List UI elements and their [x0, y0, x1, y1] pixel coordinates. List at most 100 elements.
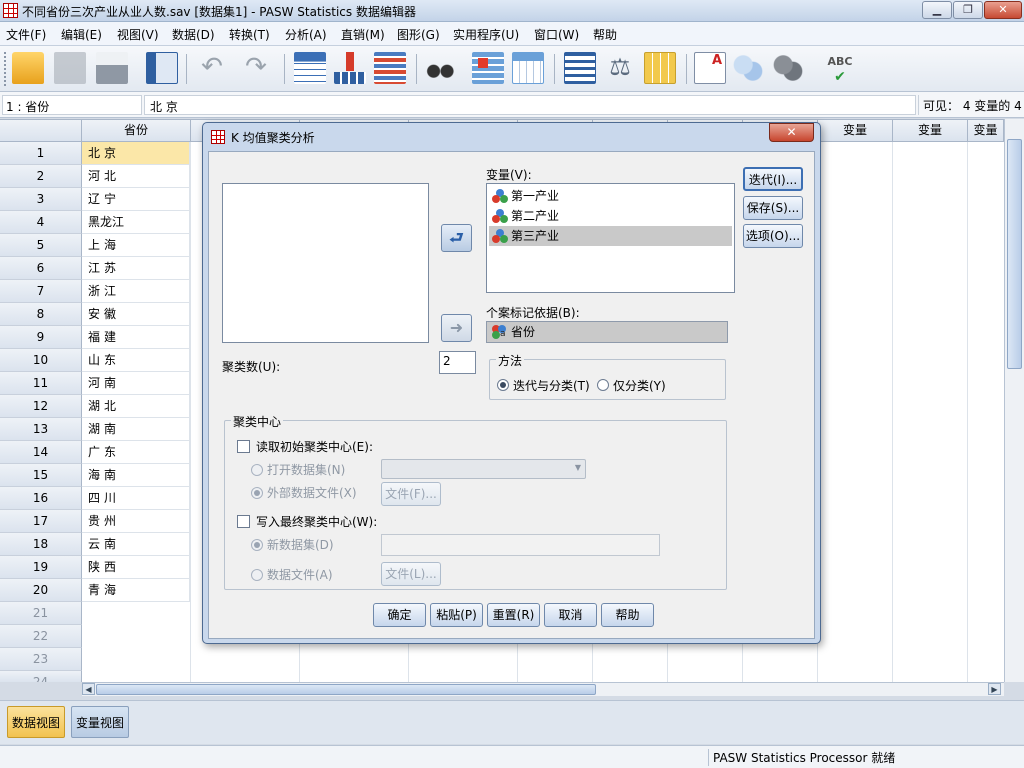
row-header[interactable]: 7	[0, 280, 82, 303]
menu-view[interactable]: 视图(V)	[117, 26, 159, 43]
classify-only-radio[interactable]	[597, 379, 609, 391]
restore-button[interactable]: ❐	[953, 1, 983, 19]
show-all-variables-icon[interactable]	[772, 52, 804, 84]
variables-icon[interactable]	[374, 52, 406, 84]
source-variable-list[interactable]	[222, 183, 429, 343]
table-cell-province[interactable]: 福建	[82, 326, 190, 349]
dialog-recall-icon[interactable]	[146, 52, 178, 84]
data-file-radio[interactable]	[251, 569, 263, 581]
table-cell-province[interactable]: 湖南	[82, 418, 190, 441]
iterate-classify-radio[interactable]	[497, 379, 509, 391]
table-cell-province[interactable]: 湖北	[82, 395, 190, 418]
row-header[interactable]: 8	[0, 303, 82, 326]
row-header[interactable]: 10	[0, 349, 82, 372]
read-initial-label[interactable]: 读取初始聚类中心(E):	[256, 438, 373, 455]
table-cell-province[interactable]: 海南	[82, 464, 190, 487]
open-folder-icon[interactable]	[12, 52, 44, 84]
column-header-var9[interactable]: 变量	[818, 120, 893, 142]
row-header[interactable]: 2	[0, 165, 82, 188]
window-close-button[interactable]: ✕	[984, 1, 1022, 19]
clusters-input[interactable]: 2	[439, 351, 476, 374]
table-cell-province[interactable]: 河南	[82, 372, 190, 395]
tab-data-view[interactable]: 数据视图	[7, 706, 66, 738]
row-header[interactable]: 9	[0, 326, 82, 349]
table-cell-province[interactable]: 云南	[82, 533, 190, 556]
list-item-variable[interactable]: 第二产业	[489, 206, 732, 226]
open-dataset-radio[interactable]	[251, 464, 263, 476]
table-cell-province[interactable]: 安徽	[82, 303, 190, 326]
table-cell-province[interactable]: 辽宁	[82, 188, 190, 211]
row-header[interactable]: 23	[0, 648, 82, 671]
save-icon[interactable]	[54, 52, 86, 84]
table-cell-province[interactable]: 黑龙江	[82, 211, 190, 234]
row-header[interactable]: 24	[0, 671, 82, 682]
goto-case-icon[interactable]	[294, 52, 326, 84]
table-cell-province[interactable]: 河北	[82, 165, 190, 188]
row-header[interactable]: 6	[0, 257, 82, 280]
select-cases-icon[interactable]	[644, 52, 676, 84]
list-item-variable[interactable]: 第一产业	[489, 186, 732, 206]
table-cell-province[interactable]: 贵州	[82, 510, 190, 533]
horizontal-scrollbar[interactable]: ◀ ▶	[82, 682, 1004, 696]
table-cell-province[interactable]: 江苏	[82, 257, 190, 280]
value-labels-icon[interactable]: A	[694, 52, 726, 84]
move-variable-back-button[interactable]: ⮐	[441, 224, 472, 252]
case-label-field[interactable]: a 省份	[486, 321, 728, 343]
column-header-var11[interactable]: 变量	[968, 120, 1004, 142]
row-header[interactable]: 21	[0, 602, 82, 625]
row-header[interactable]: 1	[0, 142, 82, 165]
iterate-classify-label[interactable]: 迭代与分类(T)	[513, 377, 590, 394]
help-button[interactable]: 帮助	[601, 603, 654, 627]
list-item-variable[interactable]: 第三产业	[489, 226, 732, 246]
row-header[interactable]: 17	[0, 510, 82, 533]
row-header[interactable]: 19	[0, 556, 82, 579]
row-header[interactable]: 20	[0, 579, 82, 602]
find-icon[interactable]	[424, 52, 456, 84]
table-cell-province[interactable]: 上海	[82, 234, 190, 257]
spell-check-icon[interactable]: ABC ✔	[824, 52, 856, 84]
ok-button[interactable]: 确定	[373, 603, 426, 627]
options-button[interactable]: 选项(O)...	[743, 224, 803, 248]
row-header[interactable]: 15	[0, 464, 82, 487]
external-file-radio[interactable]	[251, 487, 263, 499]
write-final-label[interactable]: 写入最终聚类中心(W):	[256, 513, 377, 530]
horizontal-scroll-thumb[interactable]	[96, 684, 596, 695]
menu-graphs[interactable]: 图形(G)	[397, 26, 440, 43]
menu-edit[interactable]: 编辑(E)	[61, 26, 102, 43]
corner-header[interactable]	[0, 120, 82, 142]
vertical-scroll-thumb[interactable]	[1007, 139, 1022, 369]
tab-variable-view[interactable]: 变量视图	[71, 706, 130, 738]
minimize-button[interactable]: ▁	[922, 1, 952, 19]
column-header-var10[interactable]: 变量	[893, 120, 968, 142]
write-final-checkbox[interactable]	[237, 515, 250, 528]
row-header[interactable]: 22	[0, 625, 82, 648]
insert-variable-icon[interactable]	[512, 52, 544, 84]
read-initial-checkbox[interactable]	[237, 440, 250, 453]
menu-analyze[interactable]: 分析(A)	[285, 26, 327, 43]
menu-utilities[interactable]: 实用程序(U)	[453, 26, 519, 43]
row-header[interactable]: 18	[0, 533, 82, 556]
undo-icon[interactable]: ↶	[196, 52, 228, 84]
file-button-initial[interactable]: 文件(F)...	[381, 482, 441, 506]
menu-window[interactable]: 窗口(W)	[534, 26, 579, 43]
menu-transform[interactable]: 转换(T)	[229, 26, 270, 43]
menu-data[interactable]: 数据(D)	[172, 26, 215, 43]
row-header[interactable]: 3	[0, 188, 82, 211]
row-header[interactable]: 13	[0, 418, 82, 441]
variables-list[interactable]: 第一产业 第二产业 第三产业	[486, 183, 735, 293]
table-cell-province[interactable]: 广东	[82, 441, 190, 464]
file-button-final[interactable]: 文件(L)...	[381, 562, 441, 586]
row-header[interactable]: 12	[0, 395, 82, 418]
paste-button[interactable]: 粘贴(P)	[430, 603, 483, 627]
row-header[interactable]: 5	[0, 234, 82, 257]
insert-cases-icon[interactable]	[472, 52, 504, 84]
scroll-right-arrow-icon[interactable]: ▶	[988, 683, 1001, 695]
row-header[interactable]: 16	[0, 487, 82, 510]
table-cell-province[interactable]: 青海	[82, 579, 190, 602]
weight-cases-icon[interactable]: ⚖	[604, 52, 636, 84]
row-header[interactable]: 4	[0, 211, 82, 234]
column-header-province[interactable]: 省份	[82, 120, 191, 142]
table-cell-province[interactable]: 北京	[82, 142, 190, 165]
redo-icon[interactable]: ↷	[240, 52, 272, 84]
print-icon[interactable]	[96, 52, 128, 84]
